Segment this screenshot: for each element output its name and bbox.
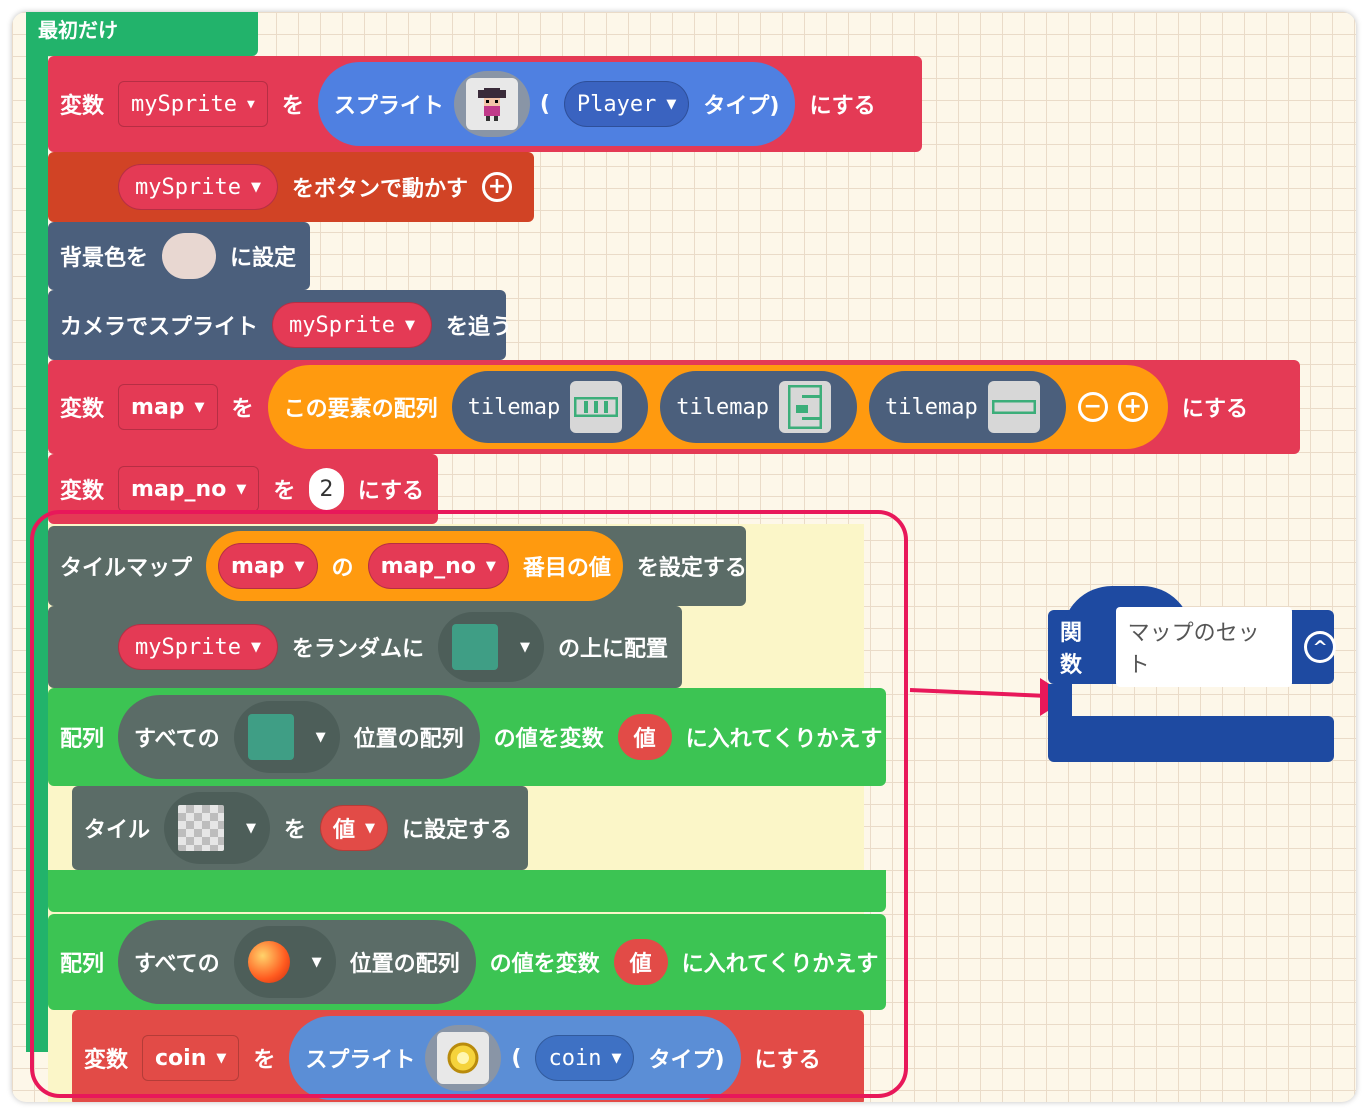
sprite-create-reporter[interactable]: スプライト ( Player ▼ タイプ)	[317, 62, 796, 146]
number-input[interactable]: 2	[309, 468, 344, 510]
set-mysprite-block[interactable]: 変数 mySprite ▼ を スプライト ( Player ▼ タイプ) にする	[48, 56, 922, 152]
color-picker[interactable]	[162, 233, 216, 279]
var-dropdown[interactable]: mySprite ▼	[272, 302, 432, 348]
minus-icon[interactable]: −	[1077, 392, 1108, 422]
tilemap-thumb-icon	[570, 381, 623, 433]
tilemap-thumb-icon	[779, 381, 832, 433]
tilemap-item-1[interactable]: tilemap	[451, 371, 649, 443]
array-of-reporter[interactable]: この要素の配列 tilemap tilemap tilemap − +	[267, 365, 1168, 449]
plus-icon[interactable]: +	[481, 172, 512, 202]
function-name-field[interactable]: マップのセット	[1115, 607, 1293, 687]
workspace[interactable]: 最初だけ 変数 mySprite ▼ を スプライト ( Player ▼ タイプ)…	[12, 12, 1356, 1102]
on-start-label: 最初だけ	[38, 18, 118, 42]
var-dropdown[interactable]: map_no ▼	[118, 466, 260, 512]
highlight-box	[30, 510, 908, 1098]
move-with-buttons-block[interactable]: mySprite ▼ をボタンで動かす +	[48, 152, 534, 222]
var-dropdown[interactable]: mySprite ▼	[118, 164, 278, 210]
tilemap-item-3[interactable]: tilemap	[869, 371, 1066, 443]
camera-follow-block[interactable]: カメラでスプライト mySprite ▼ を追う	[48, 290, 512, 360]
player-sprite-icon	[477, 88, 506, 121]
tilemap-thumb-icon	[987, 381, 1040, 433]
set-map-array-block[interactable]: 変数 map ▼ を この要素の配列 tilemap tilemap tilema…	[48, 360, 1300, 454]
tilemap-item-2[interactable]: tilemap	[660, 371, 858, 443]
collapse-icon[interactable]: ^	[1304, 631, 1336, 663]
plus-icon[interactable]: +	[1117, 392, 1148, 422]
player-sprite-thumb[interactable]	[453, 71, 530, 137]
var-dropdown[interactable]: mySprite ▼	[118, 81, 268, 127]
kind-dropdown[interactable]: Player ▼	[563, 81, 690, 127]
set-background-color-block[interactable]: 背景色を に設定	[48, 222, 310, 290]
function-label: 関数	[1060, 621, 1083, 678]
var-dropdown[interactable]: map ▼	[118, 384, 218, 430]
function-definition-block[interactable]: 関数 マップのセット ^	[1048, 586, 1336, 764]
